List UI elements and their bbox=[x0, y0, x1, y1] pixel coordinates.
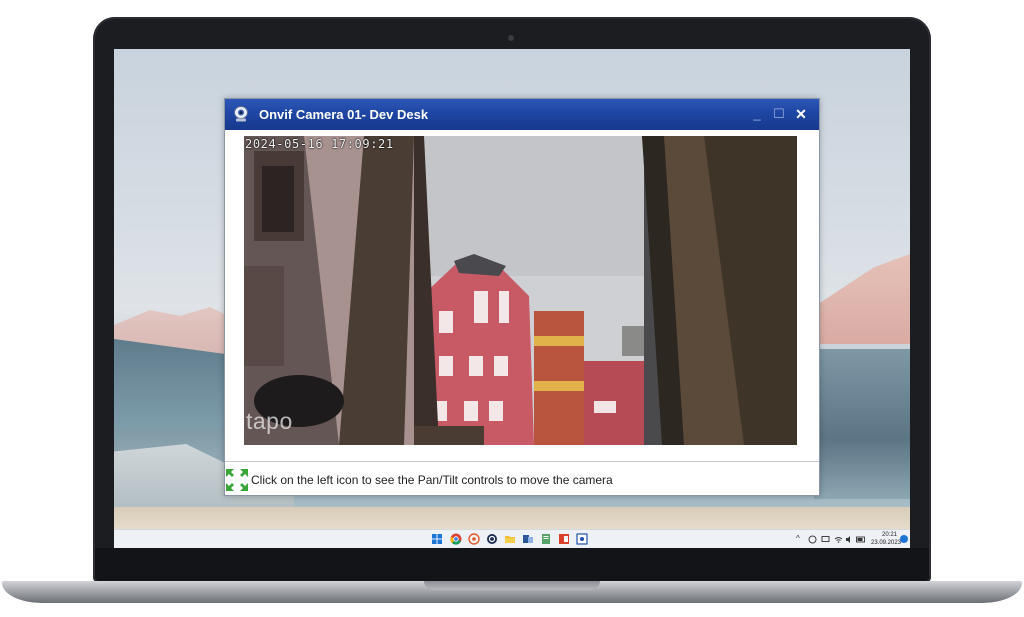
app-icon[interactable] bbox=[486, 533, 498, 545]
camera-scene bbox=[244, 136, 797, 445]
laptop-notch bbox=[424, 581, 600, 590]
tray-app-icon[interactable] bbox=[808, 535, 817, 544]
laptop-bezel bbox=[95, 548, 929, 582]
tray-display-icon[interactable] bbox=[821, 535, 830, 544]
wallpaper-grass bbox=[114, 507, 910, 529]
close-button[interactable]: ✕ bbox=[793, 105, 809, 123]
tray-chevron-icon[interactable]: ^ bbox=[796, 533, 800, 545]
clock-date: 23.09.2023 bbox=[871, 540, 902, 546]
app-icon[interactable] bbox=[540, 533, 552, 545]
wallpaper-dune bbox=[819, 254, 910, 344]
camera-watermark: tapo bbox=[246, 408, 293, 434]
app-icon[interactable] bbox=[558, 533, 570, 545]
clock-time: 20:21 bbox=[881, 532, 897, 538]
camera-feed[interactable]: 2024-05-16 17:09:21 tapo bbox=[244, 136, 797, 445]
notification-icon[interactable] bbox=[900, 535, 908, 543]
folder-icon[interactable] bbox=[504, 533, 516, 545]
app-icon[interactable] bbox=[468, 533, 480, 545]
app-icon[interactable] bbox=[522, 533, 534, 545]
window-title: Onvif Camera 01- Dev Desk bbox=[259, 107, 429, 122]
maximize-button[interactable]: ☐ bbox=[771, 105, 787, 123]
app-icon[interactable] bbox=[576, 533, 588, 545]
taskbar: ^ 20:21 23.09.2023 bbox=[114, 529, 910, 548]
camera-window: Onvif Camera 01- Dev Desk _ ☐ ✕ 2024-05-… bbox=[224, 98, 820, 496]
webcam-icon bbox=[508, 35, 514, 41]
chrome-icon[interactable] bbox=[450, 533, 462, 545]
camera-timestamp: 2024-05-16 17:09:21 bbox=[245, 137, 394, 151]
wallpaper-water bbox=[814, 349, 910, 499]
status-divider bbox=[225, 461, 819, 462]
status-hint: Click on the left icon to see the Pan/Ti… bbox=[251, 473, 613, 487]
window-titlebar[interactable]: Onvif Camera 01- Dev Desk _ ☐ ✕ bbox=[225, 99, 819, 130]
battery-icon[interactable] bbox=[856, 535, 866, 544]
minimize-button[interactable]: _ bbox=[749, 105, 765, 123]
wifi-icon[interactable] bbox=[834, 535, 843, 544]
volume-icon[interactable] bbox=[845, 535, 854, 544]
stage: Onvif Camera 01- Dev Desk _ ☐ ✕ 2024-05-… bbox=[0, 0, 1024, 617]
camera-app-icon bbox=[234, 106, 248, 122]
expand-arrows-icon[interactable] bbox=[225, 468, 249, 492]
start-icon[interactable] bbox=[431, 533, 443, 545]
desktop-screen: Onvif Camera 01- Dev Desk _ ☐ ✕ 2024-05-… bbox=[114, 49, 910, 548]
taskbar-clock[interactable]: 20:21 23.09.2023 bbox=[871, 531, 902, 547]
